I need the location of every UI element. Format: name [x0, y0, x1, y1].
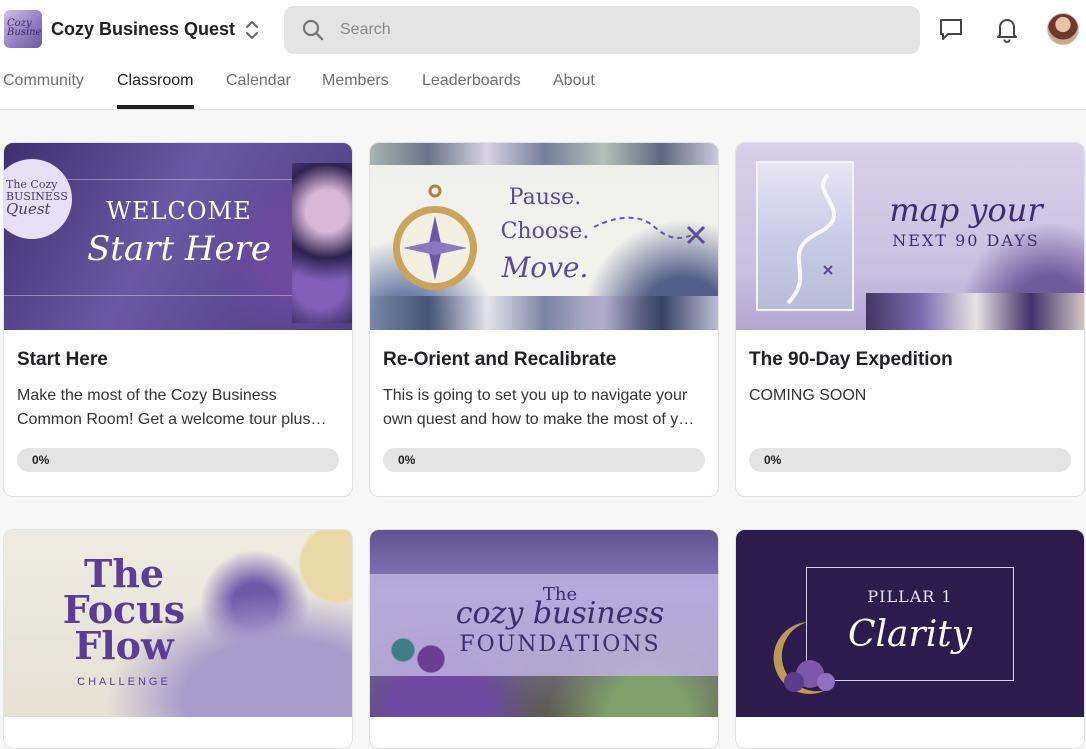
course-card[interactable]: The Focus Flow CHALLENGE — [3, 529, 353, 749]
banner-line: Move. — [501, 251, 589, 284]
flower-decoration — [292, 163, 352, 323]
banner-line: cozy business — [455, 596, 665, 631]
tab-classroom[interactable]: Classroom — [117, 72, 193, 90]
tab-members[interactable]: Members — [322, 72, 389, 90]
course-banner: map your NEXT 90 DAYS — [736, 143, 1084, 330]
group-logo[interactable]: Cozy Business — [4, 10, 42, 48]
course-card[interactable]: The cozy business FOUNDATIONS — [369, 529, 719, 749]
search-icon — [302, 19, 324, 41]
course-banner: The Focus Flow CHALLENGE — [4, 530, 352, 717]
banner-line: map your — [889, 191, 1043, 229]
progress-bar: 0% — [749, 448, 1071, 472]
active-tab-indicator — [117, 105, 194, 109]
course-card[interactable]: The Cozy BUSINESS Quest WELCOME Start He… — [3, 142, 353, 497]
progress-label: 0% — [398, 453, 416, 467]
moon-flower-icon — [773, 622, 835, 694]
course-description: COMING SOON — [749, 387, 867, 404]
floral-border — [866, 293, 1084, 330]
banner-line: CHALLENGE — [77, 676, 171, 688]
bell-icon[interactable] — [992, 14, 1022, 44]
banner-line: Flow — [74, 623, 174, 668]
banner-line: PILLAR 1 — [867, 587, 953, 606]
course-card[interactable]: map your NEXT 90 DAYS The 90-Day Expedit… — [735, 142, 1085, 497]
avatar[interactable] — [1047, 13, 1079, 45]
progress-label: 0% — [764, 453, 782, 467]
chat-icon[interactable] — [936, 14, 966, 44]
top-bar: Cozy Business Cozy Business Quest Commun… — [0, 0, 1086, 110]
tab-leaderboards[interactable]: Leaderboards — [422, 72, 521, 90]
banner-line: Choose. — [500, 219, 590, 244]
banner-line: NEXT 90 DAYS — [892, 231, 1040, 250]
progress-bar: 0% — [17, 448, 339, 472]
tab-community[interactable]: Community — [3, 72, 84, 90]
group-switcher-icon[interactable] — [243, 19, 261, 41]
tab-calendar[interactable]: Calendar — [226, 72, 291, 90]
floral-border — [370, 143, 718, 165]
compass-icon — [393, 184, 477, 290]
course-banner: The Cozy BUSINESS Quest WELCOME Start He… — [4, 143, 352, 330]
course-banner: The cozy business FOUNDATIONS — [370, 530, 718, 717]
course-description: Make the most of the Cozy Business Commo… — [17, 387, 311, 428]
tab-about[interactable]: About — [553, 72, 595, 90]
search-input[interactable] — [340, 18, 900, 42]
progress-bar: 0% — [383, 448, 705, 472]
path-x-icon — [593, 216, 706, 245]
potion-bottles — [382, 626, 452, 686]
course-banner: PILLAR 1 Clarity — [736, 530, 1084, 717]
logo-text: Cozy Business — [7, 18, 42, 38]
banner-line: FOUNDATIONS — [459, 632, 661, 657]
banner-line: WELCOME — [106, 197, 252, 225]
search-bar[interactable] — [284, 6, 920, 54]
badge-line: Quest — [6, 200, 51, 218]
course-title: Re-Orient and Recalibrate — [383, 349, 617, 370]
badge: The Cozy BUSINESS Quest — [4, 159, 72, 239]
progress-label: 0% — [32, 453, 50, 467]
course-title: Start Here — [17, 349, 108, 370]
banner-line: Start Here — [86, 229, 272, 269]
group-name[interactable]: Cozy Business Quest — [51, 19, 235, 40]
floral-border — [370, 296, 718, 330]
course-card[interactable]: PILLAR 1 Clarity — [735, 529, 1085, 749]
course-title: The 90-Day Expedition — [749, 349, 953, 370]
banner-line: Pause. — [508, 185, 582, 210]
map-path — [786, 173, 836, 305]
course-card[interactable]: Pause. Choose. Move. Re-Orient and Recal… — [369, 142, 719, 497]
course-banner: Pause. Choose. Move. — [370, 143, 718, 330]
course-description: This is going to set you up to navigate … — [383, 387, 702, 428]
map-illustration — [756, 161, 854, 311]
